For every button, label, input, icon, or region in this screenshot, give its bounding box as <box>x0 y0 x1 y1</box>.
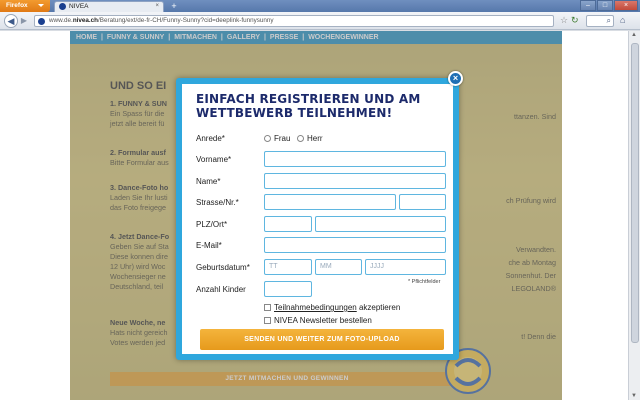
strasse-input[interactable] <box>264 194 396 210</box>
required-note: * Pflichtfelder <box>408 279 441 285</box>
firefox-menu-label: Firefox <box>6 2 28 9</box>
name-input[interactable] <box>264 173 446 189</box>
birth-year-input[interactable]: JJJJ <box>365 259 446 275</box>
browser-titlebar: Firefox NIVEA × + – □ × <box>0 0 640 12</box>
plz-ort-label: PLZ/Ort* <box>196 220 228 229</box>
name-label: Name* <box>196 177 221 186</box>
frau-radio[interactable] <box>264 135 271 142</box>
navigation-toolbar: ◀ ▶ www.de.nivea.ch/Beratung/ext/de-fr-C… <box>0 12 640 30</box>
ort-input[interactable] <box>315 216 446 232</box>
anzahl-kinder-input[interactable] <box>264 281 312 297</box>
bookmark-star-icon[interactable]: ☆ <box>560 15 568 26</box>
reload-icon[interactable]: ↻ <box>571 15 579 26</box>
url-domain: nivea.ch <box>72 17 99 24</box>
new-tab-button[interactable]: + <box>168 2 180 11</box>
tab-title: NIVEA <box>69 3 89 11</box>
tab-close-icon[interactable]: × <box>155 3 159 9</box>
registration-modal: EINFACH REGISTRIEREN UND AM WETTBEWERB T… <box>176 78 459 360</box>
url-prefix: www.de. <box>49 17 73 24</box>
url-bar[interactable]: www.de.nivea.ch/Beratung/ext/de-fr-CH/Fu… <box>34 15 554 27</box>
scroll-up-icon[interactable]: ▲ <box>631 32 637 38</box>
herr-radio[interactable] <box>297 135 304 142</box>
terms-checkbox[interactable] <box>264 304 271 311</box>
birth-month-input[interactable]: MM <box>315 259 362 275</box>
minimize-button[interactable]: – <box>580 0 596 11</box>
terms-link[interactable]: Teilnahmebedingungen <box>274 303 357 312</box>
chevron-down-icon <box>37 3 44 7</box>
terms-suffix: akzeptieren <box>356 303 401 312</box>
scroll-down-icon[interactable]: ▼ <box>631 393 637 399</box>
search-icon: ⌕ <box>606 16 611 25</box>
nivea-favicon-icon <box>59 3 66 10</box>
strasse-label: Strasse/Nr.* <box>196 198 239 207</box>
geburtsdatum-label: Geburtsdatum* <box>196 263 250 272</box>
forward-button[interactable]: ▶ <box>19 16 29 26</box>
terms-label: Teilnahmebedingungen akzeptieren <box>274 303 400 312</box>
plz-input[interactable] <box>264 216 312 232</box>
vorname-input[interactable] <box>264 151 446 167</box>
frau-label[interactable]: Frau <box>274 134 290 143</box>
back-button[interactable]: ◀ <box>4 14 18 28</box>
modal-close-button[interactable]: × <box>448 71 463 86</box>
birth-day-input[interactable]: TT <box>264 259 312 275</box>
scrollbar-thumb[interactable] <box>631 43 639 343</box>
newsletter-label: NIVEA Newsletter bestellen <box>274 316 372 325</box>
modal-title: EINFACH REGISTRIEREN UND AM WETTBEWERB T… <box>196 92 421 120</box>
url-path: /Beratung/ext/de-fr-CH/Funny-Sunny?cid=d… <box>98 17 274 24</box>
newsletter-checkbox[interactable] <box>264 317 271 324</box>
window-controls: – □ × <box>579 0 638 11</box>
email-input[interactable] <box>264 237 446 253</box>
site-identity-icon <box>38 18 45 25</box>
vorname-label: Vorname* <box>196 155 232 164</box>
page-scrollbar[interactable]: ▲ ▼ <box>628 31 640 400</box>
anzahl-kinder-label: Anzahl Kinder <box>196 285 246 294</box>
submit-button[interactable]: SENDEN UND WEITER ZUM FOTO-UPLOAD <box>200 329 444 350</box>
email-label: E-Mail* <box>196 241 222 250</box>
anrede-label: Anrede* <box>196 134 225 143</box>
maximize-button[interactable]: □ <box>597 0 613 11</box>
browser-tab[interactable]: NIVEA × <box>54 1 164 12</box>
firefox-menu-button[interactable]: Firefox <box>0 0 50 12</box>
home-icon[interactable]: ⌂ <box>620 15 625 25</box>
herr-label[interactable]: Herr <box>307 134 323 143</box>
window-close-button[interactable]: × <box>614 0 638 11</box>
hausnummer-input[interactable] <box>399 194 446 210</box>
search-box[interactable]: ⌕ <box>586 15 614 27</box>
